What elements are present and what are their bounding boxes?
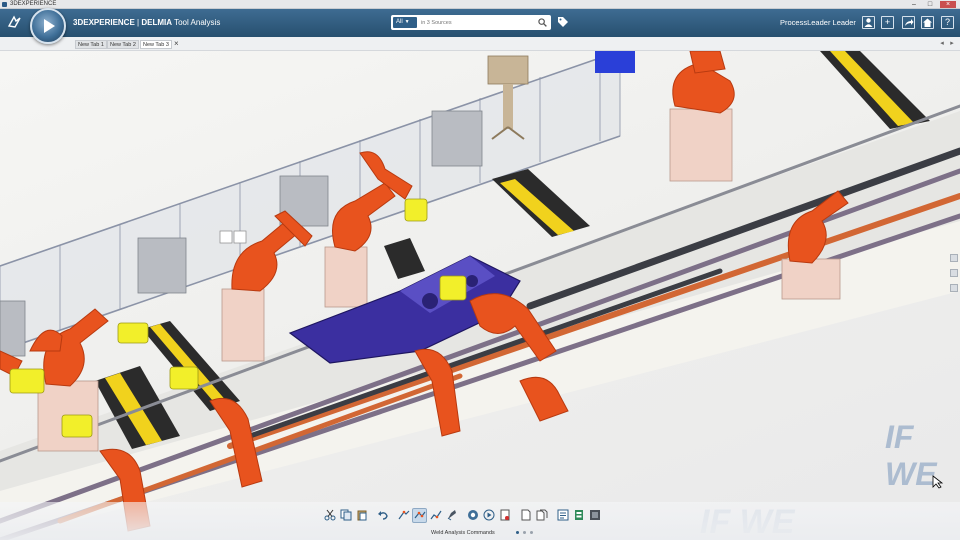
sheet-icon[interactable] (518, 508, 533, 523)
user-icon (864, 18, 873, 27)
close-tab-icon[interactable]: × (174, 39, 179, 49)
tab-bar: New Tab 1 New Tab 2 New Tab 3 × ◂ ▸ (0, 37, 960, 51)
compass-button[interactable] (30, 8, 66, 44)
os-title-bar: 3DEXPERIENCE – □ × (0, 0, 960, 9)
help-icon: ? (944, 17, 950, 27)
chevron-right-icon[interactable]: ▸ (948, 39, 956, 48)
chevron-down-icon: ▼ (404, 19, 410, 25)
3d-viewport[interactable]: IF WE IF WE (0, 51, 960, 540)
copy-icon[interactable] (338, 508, 353, 523)
record-icon[interactable] (497, 508, 512, 523)
export-icon[interactable] (571, 508, 586, 523)
tab-new-tab-3[interactable]: New Tab 3 (140, 40, 172, 49)
pager-dot-3[interactable] (530, 531, 533, 534)
tab-new-tab-1[interactable]: New Tab 1 (75, 40, 107, 49)
app-icon (2, 2, 7, 7)
tag-icon[interactable] (557, 16, 569, 28)
simulate-icon[interactable] (465, 508, 480, 523)
capture-icon[interactable] (587, 508, 602, 523)
play-icon (44, 19, 55, 33)
paste-icon[interactable] (354, 508, 369, 523)
side-control-2[interactable] (950, 269, 958, 277)
search-icon[interactable] (538, 18, 547, 27)
pager-dot-1[interactable] (516, 531, 519, 534)
chevron-left-icon[interactable]: ◂ (938, 39, 946, 48)
home-icon (923, 18, 932, 27)
weld-path-icon[interactable] (428, 508, 443, 523)
help-button[interactable]: ? (941, 16, 954, 29)
product-name: DELMIA (141, 18, 172, 27)
play-button-icon[interactable] (481, 508, 496, 523)
weld-gun-icon[interactable] (396, 508, 411, 523)
window-controls: – □ × (908, 0, 956, 9)
cut-icon[interactable] (322, 508, 337, 523)
user-profile-button[interactable] (862, 16, 875, 29)
sheet-copy-icon[interactable] (534, 508, 549, 523)
tab-nav: ◂ ▸ (938, 39, 956, 48)
brand-name: 3DEXPERIENCE (73, 18, 135, 27)
maximize-icon[interactable]: □ (924, 1, 936, 8)
plus-icon: + (884, 17, 891, 27)
share-icon (905, 19, 914, 26)
search-box: All ▼ (391, 15, 551, 30)
factory-scene (0, 51, 960, 540)
tab-new-tab-2[interactable]: New Tab 2 (107, 40, 139, 49)
report-icon[interactable] (555, 508, 570, 523)
search-scope-label: All (396, 19, 403, 25)
weld-check-icon[interactable] (444, 508, 459, 523)
weld-spot-icon[interactable] (412, 507, 427, 523)
top-bar: 3DEXPERIENCE | DELMIA Tool Analysis All ▼… (0, 8, 960, 44)
mouse-cursor-icon (932, 475, 944, 489)
action-bar-tools (322, 504, 602, 526)
watermark-top: IF WE (885, 419, 937, 492)
action-bar-label: Weld Analysis Commands (431, 530, 495, 536)
search-input[interactable] (421, 17, 533, 28)
side-control-3[interactable] (950, 284, 958, 292)
action-bar-pager[interactable] (516, 531, 533, 534)
ds-logo-icon (6, 14, 24, 32)
app-name: Tool Analysis (174, 18, 221, 27)
os-window-title: 3DEXPERIENCE (10, 1, 57, 7)
home-button[interactable] (921, 16, 934, 29)
minimize-icon[interactable]: – (908, 1, 920, 8)
undo-icon[interactable] (375, 508, 390, 523)
add-button[interactable]: + (881, 16, 894, 29)
pager-dot-2[interactable] (523, 531, 526, 534)
app-title: 3DEXPERIENCE | DELMIA Tool Analysis (73, 17, 220, 29)
share-button[interactable] (902, 16, 915, 29)
close-icon[interactable]: × (940, 1, 956, 8)
side-control-1[interactable] (950, 254, 958, 262)
user-name[interactable]: ProcessLeader Leader (780, 17, 856, 29)
action-bar: Weld Analysis Commands (0, 502, 960, 540)
search-scope-dropdown[interactable]: All ▼ (393, 17, 417, 28)
